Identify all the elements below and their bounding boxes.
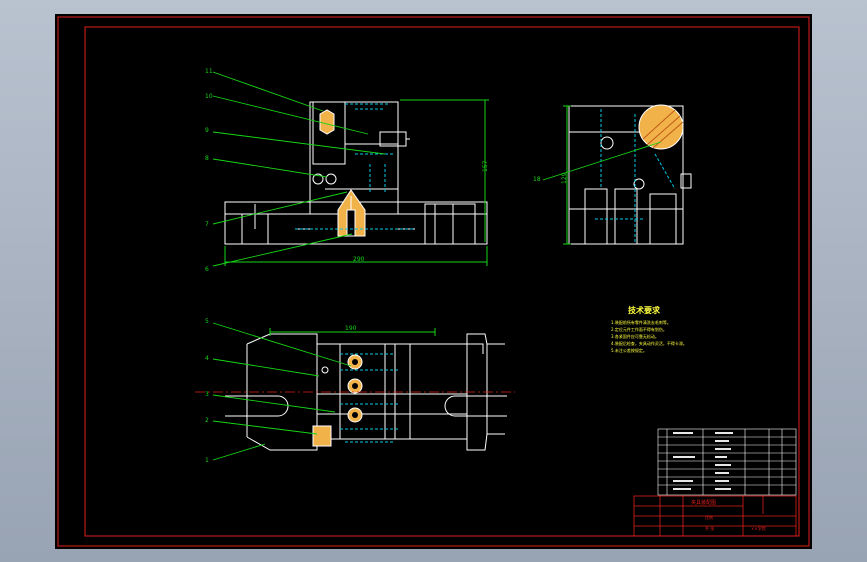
callout-7: 7 <box>205 221 209 228</box>
callout-2: 2 <box>205 417 209 424</box>
front-view <box>224 101 488 245</box>
note-line-5: 5.未注公差按规定。 <box>611 347 647 353</box>
callout-10: 10 <box>205 93 213 100</box>
note-line-4: 4.装配后检查，夹具动作灵活，不得卡滞。 <box>611 340 687 346</box>
leader-lines <box>212 71 662 461</box>
title-company: ××学院 <box>751 525 766 531</box>
dim-top-width: 190 <box>345 325 357 332</box>
drawing-canvas: 290 157 1 2 9 190 11 10 9 8 7 6 5 4 3 2 1 … <box>57 16 810 547</box>
callout-8: 8 <box>205 155 209 162</box>
top-view-holes <box>312 354 363 447</box>
title-sheet-label: 共 张 <box>705 525 714 531</box>
front-dimension-lines <box>224 99 489 266</box>
sheet-inner-border <box>84 26 800 537</box>
callout-3: 3 <box>205 391 209 398</box>
note-line-1: 1.装配前所有零件清洗去毛刺等。 <box>611 319 671 325</box>
callout-11: 11 <box>205 68 213 75</box>
callout-labels: 11 10 9 8 7 6 5 4 3 2 1 18 <box>205 68 541 464</box>
dim-front-width: 290 <box>353 256 365 263</box>
cad-viewport[interactable]: 290 157 1 2 9 190 11 10 9 8 7 6 5 4 3 2 1 … <box>55 14 812 549</box>
callout-6: 6 <box>205 266 209 273</box>
title-drawing-name: 夹具装配图 <box>691 499 716 506</box>
callout-9: 9 <box>205 127 209 134</box>
sheet-outer-border <box>57 16 810 547</box>
callout-18: 18 <box>533 176 541 183</box>
callout-4: 4 <box>205 355 209 362</box>
note-line-3: 3.各紧固件应可靠无松动。 <box>611 333 659 339</box>
callout-1: 1 <box>205 457 209 464</box>
dim-front-height: 157 <box>482 160 489 172</box>
note-line-2: 2.定位元件工作面不得有划伤。 <box>611 326 667 332</box>
callout-5: 5 <box>205 318 209 325</box>
parts-list <box>657 428 797 496</box>
technical-notes: 技术要求 1.装配前所有零件清洗去毛刺等。 2.定位元件工作面不得有划伤。 3.… <box>611 305 687 353</box>
title-scale-label: 比例 <box>705 514 713 520</box>
notes-title: 技术要求 <box>628 305 661 315</box>
top-hidden-lines <box>340 353 400 443</box>
